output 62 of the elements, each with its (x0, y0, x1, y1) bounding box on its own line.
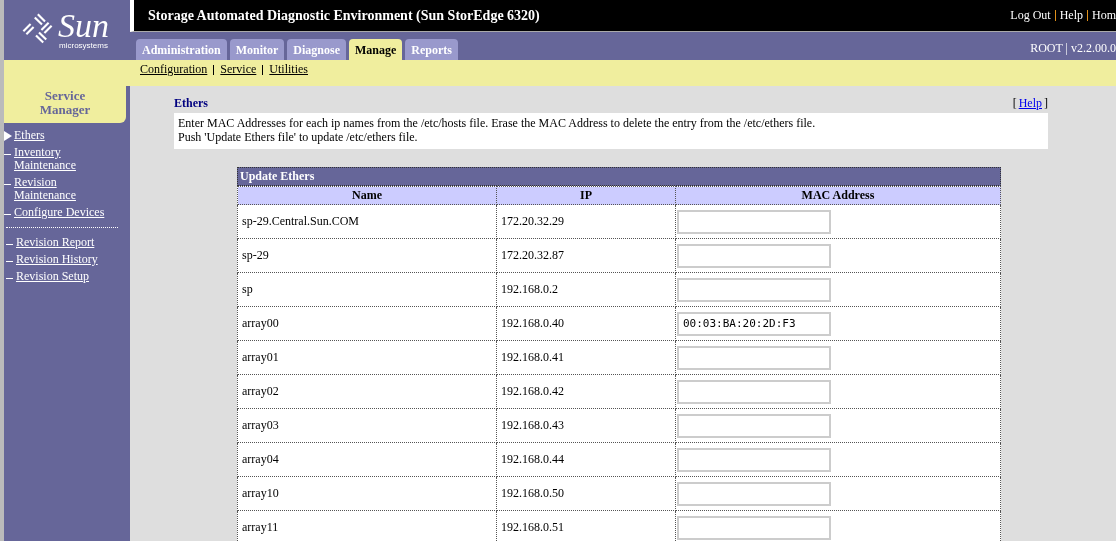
subnav-link[interactable]: Configuration (140, 62, 208, 77)
table-cell: array11 (237, 510, 497, 541)
table-cell: array00 (237, 306, 497, 341)
mac-address-field[interactable] (677, 209, 831, 234)
table-cell: 192.168.0.41 (496, 340, 676, 375)
mac-address-field[interactable] (677, 481, 831, 506)
sidebar-link[interactable]: Revision Maintenance (14, 176, 114, 202)
sidebar-title: Service Manager (4, 86, 126, 123)
tab[interactable]: Manage (349, 39, 403, 60)
page-title: Ethers (174, 96, 208, 111)
sidebar-link[interactable]: Revision Setup (16, 270, 89, 283)
logo-name: Sun (58, 10, 109, 41)
table-cell: 192.168.0.43 (496, 408, 676, 443)
sidebar-link[interactable]: Inventory Maintenance (14, 146, 114, 172)
table-cell: 172.20.32.87 (496, 238, 676, 273)
bracket: ] (1044, 96, 1048, 110)
table-cell: 172.20.32.29 (496, 204, 676, 239)
mac-address-field[interactable] (677, 447, 831, 472)
mac-address-field[interactable] (677, 345, 831, 370)
table-cell: array03 (237, 408, 497, 443)
subnav-link[interactable]: Service (220, 62, 257, 77)
sidebar-link[interactable]: Ethers (14, 129, 45, 142)
column-header: MAC Address (675, 186, 1001, 205)
logo-tagline: microsystems (59, 40, 108, 50)
tab[interactable]: Reports (405, 39, 458, 60)
user-info: ROOT | v2.2.00.0 (1030, 40, 1116, 56)
help-link[interactable]: Help (1018, 96, 1042, 110)
description-text: Enter MAC Addresses for each ip names from the /etc/hosts file. Erase the MAC Address to delete the entry from the /etc/ethers file. (178, 116, 817, 130)
table-cell: sp-29.Central.Sun.COM (237, 204, 497, 239)
tab[interactable]: Diagnose (287, 39, 346, 60)
table-cell: 192.168.0.44 (496, 442, 676, 477)
table-cell: array04 (237, 442, 497, 477)
mac-address-field[interactable] (677, 413, 831, 438)
table-cell: sp (237, 272, 497, 307)
table-cell: array02 (237, 374, 497, 409)
bracket: [ (1012, 96, 1017, 110)
table-cell: array10 (237, 476, 497, 511)
table-cell: 192.168.0.42 (496, 374, 676, 409)
subnav-link[interactable]: Utilities (269, 62, 308, 77)
mac-address-field[interactable]: 00:03:BA:20:2D:F3 (677, 311, 831, 336)
table-cell: 192.168.0.50 (496, 476, 676, 511)
header-link[interactable]: Log Out (1010, 8, 1051, 23)
sidebar-link[interactable]: Revision Report (16, 236, 95, 249)
tab[interactable]: Monitor (229, 39, 285, 60)
mac-address-field[interactable] (677, 277, 831, 302)
table-cell: array01 (237, 340, 497, 375)
mac-address-field[interactable] (677, 515, 831, 540)
tab[interactable]: Administration (136, 39, 227, 60)
table-cell: sp-29 (237, 238, 497, 273)
table-cell: 192.168.0.40 (496, 306, 676, 341)
table-cell: 192.168.0.2 (496, 272, 676, 307)
app-title: Storage Automated Diagnostic Environment (Sun StorEdge 6320) (148, 7, 540, 24)
sidebar-link[interactable]: Revision History (16, 253, 98, 266)
header-link[interactable]: Hom (1092, 8, 1116, 23)
sidebar-link[interactable]: Configure Devices (14, 206, 105, 219)
column-header: Name (237, 186, 497, 205)
header-link[interactable]: Help (1059, 8, 1083, 23)
mac-address-field[interactable] (677, 379, 831, 404)
mac-address-field[interactable] (677, 243, 831, 268)
table-title: Update Ethers (237, 167, 1001, 186)
column-header: IP (496, 186, 676, 205)
description-text: Push 'Update Ethers file' to update /etc/ethers file. (178, 130, 419, 144)
